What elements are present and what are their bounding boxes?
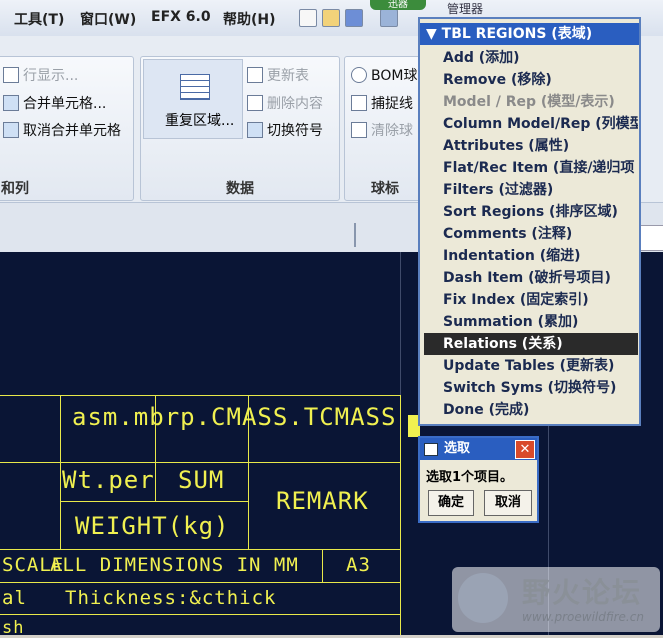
layer-icon[interactable] xyxy=(380,9,398,27)
cancel-button[interactable]: 取消 xyxy=(484,490,532,516)
splitter-handle[interactable] xyxy=(354,223,356,247)
table-line xyxy=(322,549,323,582)
menu-item[interactable]: Attributes (属性) xyxy=(424,135,638,157)
table-line xyxy=(0,549,400,550)
repeat-region-label: 重复区域... xyxy=(165,113,235,129)
table-line xyxy=(60,395,61,549)
menu-item[interactable]: Sort Regions (排序区域) xyxy=(424,201,638,223)
sum-label: SUM xyxy=(178,466,225,494)
thickness-label: Thickness:&cthick xyxy=(65,587,277,609)
partial-window-title: 管理器 xyxy=(447,2,484,16)
delete-content-item[interactable]: 删除内容 xyxy=(247,93,323,113)
ribbon-group2-caption: 数据 xyxy=(226,181,254,197)
menu-item[interactable]: Update Tables (更新表) xyxy=(424,355,638,377)
clear-balloon-label: 清除球 xyxy=(371,123,413,139)
delete-content-label: 删除内容 xyxy=(267,96,323,112)
watermark: 野火论坛 www.proewildfire.cn xyxy=(452,567,660,632)
new-file-icon[interactable] xyxy=(299,9,317,27)
menu-item[interactable]: Dash Item (破折号项目) xyxy=(424,267,638,289)
menu-item[interactable]: Fix Index (固定索引) xyxy=(424,289,638,311)
update-table-label: 更新表 xyxy=(267,68,309,84)
close-icon[interactable]: ✕ xyxy=(515,440,535,459)
update-table-icon xyxy=(247,67,263,83)
forum-logo-icon xyxy=(458,573,508,623)
watermark-url: www.proewildfire.cn xyxy=(522,610,644,624)
switch-symbols-item[interactable]: 切换符号 xyxy=(247,120,323,140)
merge-cells-item[interactable]: 合并单元格... xyxy=(3,93,106,113)
collapse-triangle-icon: ▼ xyxy=(426,26,437,42)
dialog-window-icon xyxy=(424,443,438,456)
merge-cells-icon xyxy=(3,95,19,111)
save-icon[interactable] xyxy=(345,9,363,27)
wtper-label: Wt.per xyxy=(62,466,155,494)
partial-tab: 迅器 xyxy=(370,0,426,10)
snap-line-icon xyxy=(351,95,367,111)
sh-label: sh xyxy=(2,618,25,638)
menu-item[interactable]: Summation (累加) xyxy=(424,311,638,333)
a3-label: A3 xyxy=(346,554,371,576)
table-line xyxy=(60,501,248,502)
menu-item[interactable]: Comments (注释) xyxy=(424,223,638,245)
row-display-item[interactable]: 行显示... xyxy=(3,65,78,85)
weight-label: WEIGHT(kg) xyxy=(75,512,230,540)
command-input[interactable] xyxy=(640,225,663,251)
menu-item[interactable]: Switch Syms (切换符号) xyxy=(424,377,638,399)
menu-item: Model / Rep (模型/表示) xyxy=(443,94,615,110)
switch-symbols-icon xyxy=(247,122,263,138)
row-display-label: 行显示... xyxy=(23,68,79,84)
menu-manager-panel: ▼ TBL REGIONS (表域) Add (添加) Remove (移除) Mo… xyxy=(418,17,641,426)
row-display-icon xyxy=(3,67,19,83)
menu-item[interactable]: Filters (过滤器) xyxy=(424,179,638,201)
bom-balloon-item[interactable]: BOM球 xyxy=(351,65,417,85)
remark-label: REMARK xyxy=(276,487,369,515)
open-folder-icon[interactable] xyxy=(322,9,340,27)
ribbon-group-data: 重复区域... 更新表 删除内容 切换符号 数据 xyxy=(140,56,340,201)
unmerge-cells-label: 取消合并单元格 xyxy=(23,123,121,139)
clear-balloon-item[interactable]: 清除球 xyxy=(351,120,413,140)
delete-content-icon xyxy=(247,95,263,111)
menu-item[interactable]: Relations (关系) xyxy=(424,333,638,355)
menu-help[interactable]: 帮助(H) xyxy=(223,9,276,29)
table-line xyxy=(400,395,401,635)
menu-tools[interactable]: 工具(T) xyxy=(14,9,64,29)
watermark-title: 野火论坛 xyxy=(522,576,643,609)
al-label: al xyxy=(2,587,27,609)
menu-window[interactable]: 窗口(W) xyxy=(80,9,136,29)
select-dialog: 选取 ✕ 选取1个项目。 确定 取消 xyxy=(418,436,539,523)
dialog-titlebar: 选取 ✕ xyxy=(420,438,537,460)
ribbon-group-balloon: BOM球 捕捉线 清除球 球标 xyxy=(344,56,426,201)
menu-item[interactable]: Done (完成) xyxy=(424,399,638,421)
menu-efx[interactable]: EFX 6.0 xyxy=(151,9,211,25)
dimensions-label: ALL DIMENSIONS IN MM xyxy=(50,554,299,576)
unmerge-cells-item[interactable]: 取消合并单元格 xyxy=(3,120,121,140)
ribbon-group1-caption: 和列 xyxy=(1,181,29,197)
table-icon xyxy=(180,74,210,100)
ok-button[interactable]: 确定 xyxy=(428,490,474,516)
menu-header-title: TBL REGIONS (表域) xyxy=(441,26,593,42)
ribbon-group-rows-cols: 行显示... 合并单元格... 取消合并单元格 和列 xyxy=(0,56,134,201)
menu-item[interactable]: Remove (移除) xyxy=(424,69,638,91)
switch-symbols-label: 切换符号 xyxy=(267,123,323,139)
menu-item[interactable]: Flat/Rec Item (直接/递归项 xyxy=(424,157,638,179)
ribbon-group3-caption: 球标 xyxy=(371,181,399,197)
table-line xyxy=(0,582,400,583)
unmerge-cells-icon xyxy=(3,122,19,138)
dialog-message: 选取1个项目。 xyxy=(426,470,514,485)
update-table-item[interactable]: 更新表 xyxy=(247,65,309,85)
snap-line-item[interactable]: 捕捉线 xyxy=(351,93,413,113)
table-line xyxy=(0,614,400,615)
bom-balloon-label: BOM球 xyxy=(371,68,418,84)
clear-balloon-icon xyxy=(351,122,367,138)
bom-balloon-icon xyxy=(351,67,367,83)
snap-line-label: 捕捉线 xyxy=(371,96,413,112)
menu-item[interactable]: Indentation (缩进) xyxy=(424,245,638,267)
menu-header[interactable]: ▼ TBL REGIONS (表域) xyxy=(420,23,639,45)
asm-label: asm.mbrp.CMASS.TCMASS xyxy=(72,403,397,431)
merge-cells-label: 合并单元格... xyxy=(23,96,107,112)
menu-item[interactable]: Column Model/Rep (列模型 xyxy=(424,113,638,135)
menu-item[interactable]: Add (添加) xyxy=(424,47,638,69)
repeat-region-button[interactable]: 重复区域... xyxy=(143,59,243,139)
dialog-title: 选取 xyxy=(444,441,471,456)
